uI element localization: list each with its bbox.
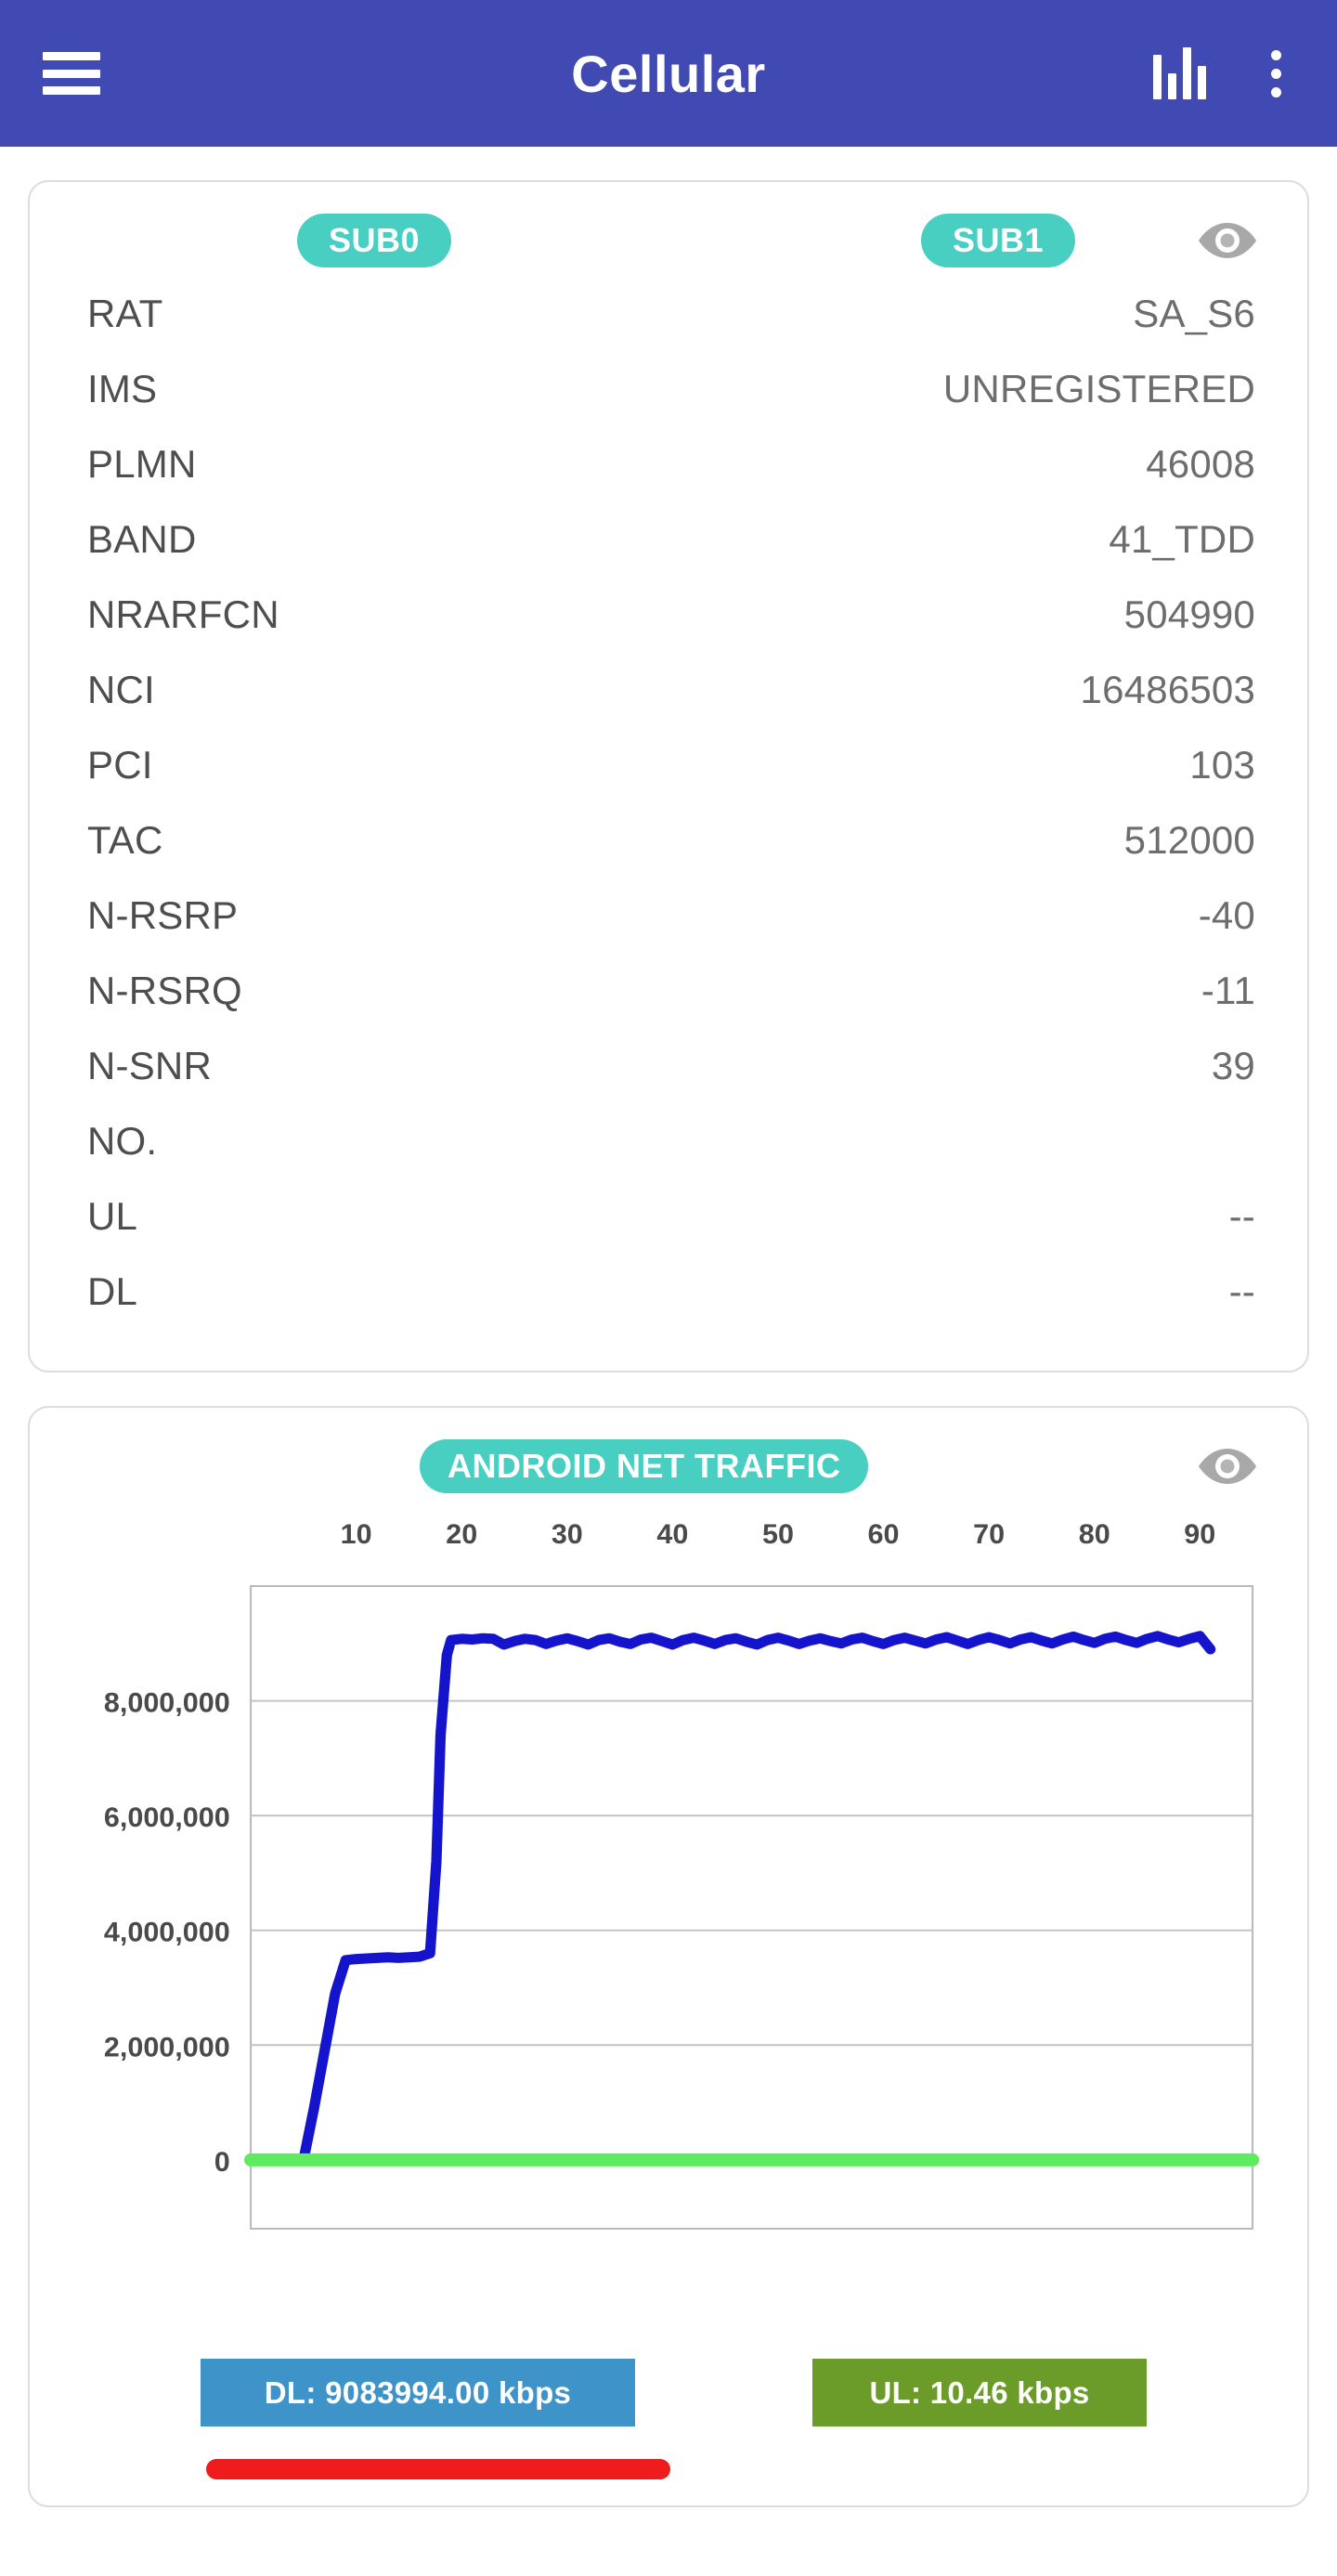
row-label: DL	[87, 1269, 138, 1313]
table-row: UL --	[30, 1194, 1307, 1269]
row-label: NCI	[87, 668, 155, 711]
x-axis-tick-label: 40	[656, 1519, 688, 1550]
table-row: DL --	[30, 1269, 1307, 1345]
more-vertical-icon[interactable]	[1258, 46, 1294, 101]
x-axis-tick-label: 10	[341, 1519, 372, 1550]
tab-sub1[interactable]: SUB1	[921, 214, 1076, 267]
row-label: NRARFCN	[87, 592, 279, 636]
traffic-chart: 10 20 30 40 50 60 70 80 90 0 2,000,000 4,000,000 6,0…	[30, 1504, 1307, 2331]
row-value: UNREGISTERED	[942, 367, 1255, 410]
series-line-dl	[298, 1631, 1216, 2166]
row-label: PLMN	[87, 442, 197, 486]
row-label: IMS	[87, 367, 158, 410]
x-axis-tick-label: 50	[762, 1519, 794, 1550]
row-label: UL	[87, 1194, 138, 1238]
row-value: 504990	[1123, 592, 1255, 636]
row-label: BAND	[87, 517, 197, 561]
x-axis-tick-label: 60	[868, 1519, 900, 1550]
row-label: N-RSRQ	[87, 969, 242, 1012]
y-axis-tick-label: 4,000,000	[104, 1918, 230, 1948]
app-bar-actions	[1153, 46, 1294, 101]
row-label: N-RSRP	[87, 893, 239, 937]
row-value: --	[1228, 1194, 1255, 1238]
row-value: -11	[1201, 969, 1255, 1012]
row-label: NO.	[87, 1119, 158, 1163]
table-row: NRARFCN 504990	[30, 592, 1307, 668]
x-axis-tick-label: 20	[446, 1519, 477, 1550]
dl-selection-marker	[206, 2459, 670, 2479]
row-label: N-SNR	[87, 1044, 212, 1087]
row-value: -40	[1198, 893, 1255, 937]
hamburger-menu-icon[interactable]	[43, 52, 100, 95]
table-row: BAND 41_TDD	[30, 517, 1307, 592]
traffic-card-title: ANDROID NET TRAFFIC	[420, 1439, 869, 1493]
app-bar: Cellular	[0, 0, 1337, 147]
traffic-card-header: ANDROID NET TRAFFIC	[30, 1428, 1307, 1504]
table-row: NCI 16486503	[30, 668, 1307, 743]
x-axis-tick-label: 70	[973, 1519, 1005, 1550]
android-net-traffic-card: ANDROID NET TRAFFIC 10 20 30 40 50 60 70 80 90 0 2…	[28, 1406, 1309, 2507]
page-content: SUB0 SUB1 RAT SA_S6 IMS UNREGISTERED PLM…	[0, 180, 1337, 2507]
row-value: 46008	[1146, 442, 1255, 486]
row-value: 103	[1189, 743, 1255, 787]
row-value: 41_TDD	[1109, 517, 1255, 561]
table-row: RAT SA_S6	[30, 292, 1307, 367]
table-row: PCI 103	[30, 743, 1307, 818]
eye-icon[interactable]	[1196, 219, 1259, 262]
plot-area-border	[250, 1585, 1254, 2230]
x-axis-tick-label: 30	[552, 1519, 583, 1550]
row-value: SA_S6	[1133, 292, 1255, 335]
row-value: 39	[1211, 1044, 1255, 1087]
chart-legend: DL: 9083994.00 kbps UL: 10.46 kbps	[30, 2331, 1307, 2479]
row-value: 512000	[1123, 818, 1255, 862]
traffic-chart-svg: 10 20 30 40 50 60 70 80 90 0 2,000,000 4,000,000 6,0…	[104, 1519, 1260, 2230]
table-row: N-RSRQ -11	[30, 969, 1307, 1044]
x-axis-tick-label: 90	[1184, 1519, 1215, 1550]
ul-badge[interactable]: UL: 10.46 kbps	[812, 2359, 1147, 2426]
y-axis-tick-label: 6,000,000	[104, 1802, 230, 1833]
dl-badge[interactable]: DL: 9083994.00 kbps	[201, 2359, 635, 2426]
table-row: IMS UNREGISTERED	[30, 367, 1307, 442]
table-row: N-SNR 39	[30, 1044, 1307, 1119]
x-axis-tick-label: 80	[1079, 1519, 1110, 1550]
row-label: TAC	[87, 818, 163, 862]
row-label: PCI	[87, 743, 153, 787]
bar-chart-icon[interactable]	[1153, 47, 1206, 99]
info-card-header: SUB0 SUB1	[30, 202, 1307, 279]
page-title: Cellular	[571, 44, 766, 103]
table-row: PLMN 46008	[30, 442, 1307, 517]
info-row-list: RAT SA_S6 IMS UNREGISTERED PLMN 46008 BA…	[30, 279, 1307, 1345]
cellular-info-card: SUB0 SUB1 RAT SA_S6 IMS UNREGISTERED PLM…	[28, 180, 1309, 1373]
table-row: N-RSRP -40	[30, 893, 1307, 969]
table-row: NO.	[30, 1119, 1307, 1194]
row-value: 16486503	[1080, 668, 1255, 711]
tab-sub0[interactable]: SUB0	[297, 214, 452, 267]
row-value: --	[1228, 1269, 1255, 1313]
y-axis-tick-label: 2,000,000	[104, 2033, 230, 2063]
y-axis-tick-label: 8,000,000	[104, 1688, 230, 1719]
table-row: TAC 512000	[30, 818, 1307, 893]
eye-icon[interactable]	[1196, 1445, 1259, 1488]
row-label: RAT	[87, 292, 163, 335]
y-axis-tick-label: 0	[214, 2147, 230, 2178]
